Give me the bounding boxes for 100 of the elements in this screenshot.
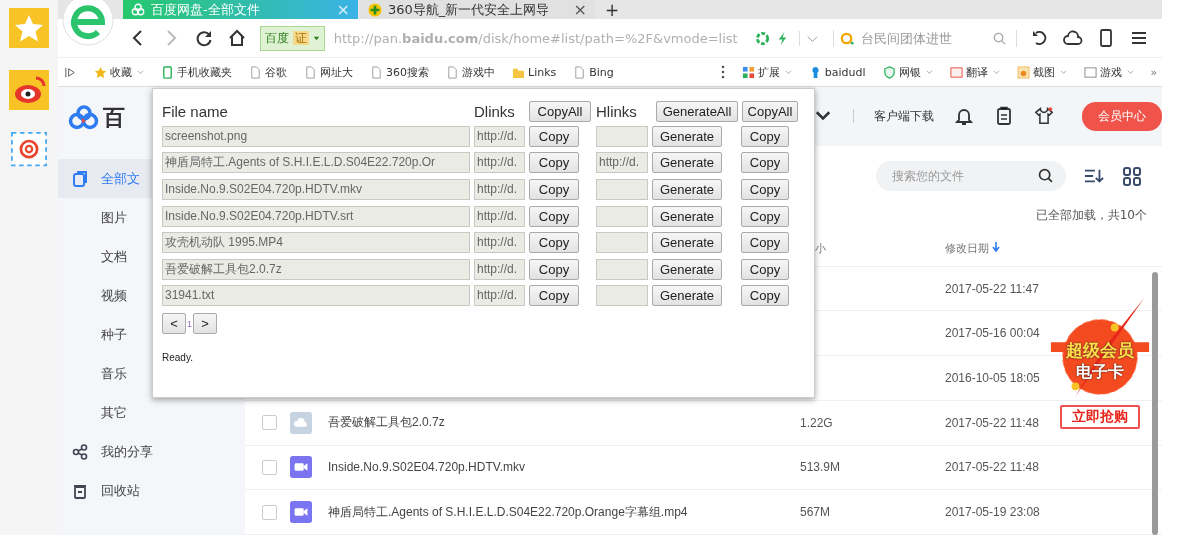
caret-icon[interactable]: [137, 69, 144, 75]
weibo-icon[interactable]: [9, 70, 49, 110]
file-name-field[interactable]: 攻壳机动队 1995.MP4: [162, 232, 470, 254]
home-icon[interactable]: [227, 28, 247, 48]
bookmark-item[interactable]: 游戏: [1083, 64, 1134, 80]
hlink-field[interactable]: [596, 232, 648, 254]
hlink-field[interactable]: [596, 285, 648, 307]
copy-button[interactable]: Copy: [529, 258, 579, 280]
bookmark-item[interactable]: 网址大: [304, 64, 353, 80]
copy-button[interactable]: Copy: [529, 285, 579, 307]
dlink-field[interactable]: http://d.: [474, 205, 525, 227]
cloud-outline-icon[interactable]: [1063, 28, 1083, 48]
copy-all-button[interactable]: CopyAll: [529, 100, 591, 122]
more-options-icon[interactable]: [720, 65, 725, 79]
copy-button[interactable]: Copy: [741, 152, 789, 174]
nav-item[interactable]: 回收站: [58, 471, 245, 510]
generate-button[interactable]: Generate: [652, 205, 722, 227]
dropdown-icon[interactable]: [799, 30, 820, 46]
file-name[interactable]: Inside.No.9.S02E04.720p.HDTV.mkv: [328, 460, 525, 475]
hlink-field[interactable]: [596, 125, 648, 147]
checkbox[interactable]: [262, 459, 277, 475]
caret-icon[interactable]: [1059, 69, 1067, 75]
file-name-field[interactable]: Inside.No.9.S02E04.720p.HDTV.mkv: [162, 179, 470, 200]
copy-button[interactable]: Copy: [529, 232, 579, 254]
bookmark-item[interactable]: baidudl: [808, 65, 866, 79]
browser-tab[interactable]: 360导航_新一代安全上网导 ×: [360, 0, 595, 19]
caret-icon[interactable]: [1126, 69, 1134, 75]
copy-button[interactable]: Copy: [529, 125, 579, 147]
bookmark-item[interactable]: 游戏中: [446, 64, 495, 80]
hlink-field[interactable]: http://d.: [596, 152, 648, 174]
file-name[interactable]: 神盾局特工.Agents of S.H.I.E.L.D.S04E22.720p.Orange字幕组.mp4: [328, 503, 688, 521]
generate-button[interactable]: Generate: [652, 152, 722, 174]
dlink-field[interactable]: http://d.: [474, 258, 525, 280]
copy-all-button[interactable]: CopyAll: [742, 100, 798, 122]
search-field[interactable]: 台民间团体进世: [859, 29, 988, 47]
checkbox[interactable]: [262, 504, 277, 520]
clipboard-icon[interactable]: [994, 106, 1014, 127]
file-name-field[interactable]: 神盾局特工.Agents of S.H.I.E.L.D.S04E22.720p.Or: [162, 152, 470, 174]
dlink-field[interactable]: http://d.: [474, 125, 525, 147]
copy-button[interactable]: Copy: [741, 232, 789, 254]
generate-button[interactable]: Generate: [652, 285, 722, 307]
copy-button[interactable]: Copy: [529, 152, 579, 174]
promo-badge[interactable]: 超级会员 电子卡 立即抢购: [1046, 297, 1154, 447]
bookmark-item[interactable]: 360搜索: [370, 64, 429, 80]
copy-button[interactable]: Copy: [529, 205, 579, 227]
generate-button[interactable]: Generate: [652, 125, 722, 147]
hlink-field[interactable]: [596, 205, 648, 227]
file-name-field[interactable]: screenshot.png: [162, 125, 470, 147]
caret-icon[interactable]: [925, 69, 933, 75]
dlink-field[interactable]: http://d.: [474, 285, 525, 307]
bookmark-item[interactable]: Bing: [573, 65, 614, 79]
bookmark-item[interactable]: 谷歌: [249, 64, 287, 80]
caret-icon[interactable]: [784, 69, 792, 75]
client-download-link[interactable]: 客户端下载: [874, 107, 934, 125]
more-bookmarks-button[interactable]: »: [1150, 65, 1158, 79]
shirt-icon[interactable]: [1034, 106, 1054, 127]
bookmark-item[interactable]: 收藏: [94, 64, 144, 80]
hlink-field[interactable]: [596, 179, 648, 200]
nav-item[interactable]: 我的分享: [58, 432, 245, 471]
generate-button[interactable]: Generate: [652, 232, 722, 254]
generate-button[interactable]: Generate: [652, 258, 722, 280]
file-name-field[interactable]: Inside.No.9.S02E04.720p.HDTV.srt: [162, 205, 470, 227]
reload-icon[interactable]: [194, 28, 214, 48]
generate-all-button[interactable]: GenerateAll: [656, 100, 738, 122]
copy-button[interactable]: Copy: [741, 179, 789, 200]
file-name[interactable]: 吾爱破解工具包2.0.7z: [328, 414, 445, 432]
dlink-field[interactable]: http://d.: [474, 152, 525, 174]
copy-button[interactable]: Copy: [741, 205, 789, 227]
previous-page-button[interactable]: <: [162, 313, 186, 335]
generate-button[interactable]: Generate: [652, 179, 722, 200]
new-tab-button[interactable]: +: [597, 0, 628, 19]
bookmark-item[interactable]: 网银: [882, 64, 933, 80]
bookmark-item[interactable]: Links: [512, 65, 557, 79]
search-icon[interactable]: [1037, 167, 1054, 185]
dlink-field[interactable]: http://d.: [474, 179, 525, 200]
file-search-field[interactable]: 搜索您的文件: [876, 161, 1066, 192]
file-name-field[interactable]: 吾爱破解工具包2.0.7z: [162, 258, 470, 280]
dlink-field[interactable]: http://d.: [474, 232, 525, 254]
next-page-button[interactable]: >: [193, 313, 217, 335]
grid-view-icon[interactable]: [1122, 166, 1142, 187]
bell-icon[interactable]: [954, 106, 974, 127]
bookmark-item[interactable]: 截图: [1016, 64, 1067, 80]
file-name-field[interactable]: 31941.txt: [162, 285, 470, 307]
sidebar-toggle-icon[interactable]: [64, 65, 77, 79]
bookmark-item[interactable]: 手机收藏夹: [161, 64, 232, 80]
bookmark-item[interactable]: 扩展: [741, 64, 792, 80]
bookmark-item[interactable]: 翻译: [949, 64, 1000, 80]
column-header[interactable]: 小: [815, 241, 826, 257]
scrollbar[interactable]: [1152, 272, 1158, 535]
hlink-field[interactable]: [596, 258, 648, 280]
copy-button[interactable]: Copy: [529, 179, 579, 200]
copy-button[interactable]: Copy: [741, 285, 789, 307]
checkbox[interactable]: [262, 415, 277, 431]
column-header[interactable]: 修改日期: [945, 241, 1001, 257]
buy-now-button[interactable]: 立即抢购: [1060, 405, 1140, 429]
refresh-circle-icon[interactable]: [755, 30, 770, 46]
caret-icon[interactable]: [992, 69, 1000, 75]
copy-button[interactable]: Copy: [741, 125, 789, 147]
site-badge[interactable]: 百度 证: [260, 25, 325, 51]
copy-button[interactable]: Copy: [741, 258, 789, 280]
